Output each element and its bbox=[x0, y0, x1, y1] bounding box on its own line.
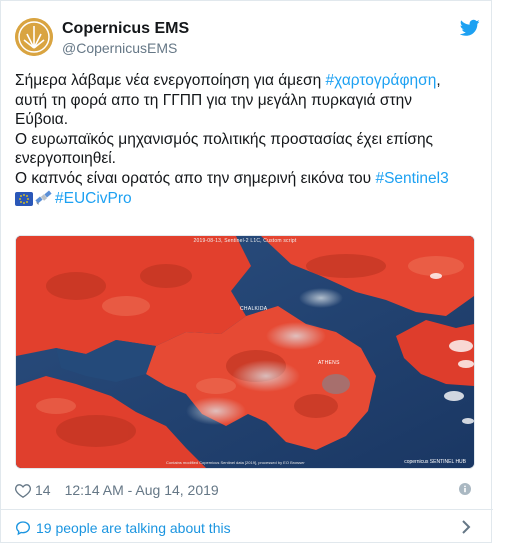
conversation-label[interactable]: 19 people are talking about this bbox=[36, 520, 231, 536]
tweet-header: Copernicus EMS @CopernicusEMS bbox=[15, 15, 480, 61]
like-count[interactable]: 14 bbox=[35, 482, 51, 498]
image-caption: 2019-08-13, Sentinel-2 L1C, Custom scrip… bbox=[193, 238, 297, 244]
display-name[interactable]: Copernicus EMS bbox=[62, 19, 189, 39]
tweet-line: ενεργοποιηθεί. bbox=[15, 150, 116, 168]
chevron-right-icon[interactable] bbox=[461, 520, 471, 534]
twitter-bird-icon[interactable] bbox=[460, 19, 480, 37]
hashtag-link[interactable]: #EUCivPro bbox=[55, 190, 132, 207]
tweet-timestamp[interactable]: 12:14 AM - Aug 14, 2019 bbox=[65, 482, 219, 498]
divider bbox=[1, 509, 493, 510]
map-label-athens: ATHENS bbox=[318, 360, 340, 366]
copernicus-logo-icon bbox=[15, 18, 53, 56]
speech-bubble-icon bbox=[15, 521, 31, 536]
conversation-link[interactable]: 19 people are talking about this bbox=[15, 519, 477, 539]
tweet-line: αυτή τη φορά απο τη ΓΓΠΠ για την μεγάλη … bbox=[15, 91, 412, 109]
satellite-map-graphic bbox=[16, 236, 474, 468]
hashtag-link[interactable]: #χαρτογράφηση bbox=[326, 72, 437, 89]
info-icon[interactable] bbox=[459, 483, 471, 495]
tweet-text: Σήμερα λάβαμε νέα ενεργοποίηση για άμεση… bbox=[15, 71, 477, 208]
tweet-line: Εύβοια. bbox=[15, 111, 69, 129]
tweet-line: Ο καπνός είναι ορατός απο την σημερινή ε… bbox=[15, 169, 477, 189]
tweet-text-segment: Σήμερα λάβαμε νέα ενεργοποίηση για άμεση bbox=[15, 72, 326, 89]
tweet-line: #EUCivPro bbox=[15, 189, 477, 209]
eu-flag-icon bbox=[15, 191, 33, 206]
tweet-card: Copernicus EMS @CopernicusEMS Σήμερα λάβ… bbox=[0, 0, 493, 543]
account-names[interactable]: Copernicus EMS @CopernicusEMS bbox=[62, 19, 189, 57]
satellite-image[interactable]: 2019-08-13, Sentinel-2 L1C, Custom scrip… bbox=[15, 235, 475, 469]
image-credit: Contains modified Copernicus Sentinel da… bbox=[166, 460, 305, 465]
heart-icon[interactable] bbox=[15, 483, 31, 498]
tweet-text-segment: Ο καπνός είναι ορατός απο την σημερινή ε… bbox=[15, 169, 376, 187]
tweet-line: Σήμερα λάβαμε νέα ενεργοποίηση για άμεση… bbox=[15, 71, 477, 91]
avatar[interactable] bbox=[15, 18, 53, 56]
satellite-icon bbox=[35, 190, 52, 205]
tweet-line: Ο ευρωπαϊκός μηχανισμός πολιτικής προστα… bbox=[15, 130, 434, 148]
tweet-text-segment: , bbox=[436, 72, 441, 89]
image-logos: copernicus SENTINEL HUB bbox=[404, 459, 466, 465]
hashtag-link[interactable]: #Sentinel3 bbox=[375, 170, 448, 187]
map-label-chalkida: CHALKIDA bbox=[240, 306, 268, 312]
account-handle[interactable]: @CopernicusEMS bbox=[62, 39, 189, 57]
tweet-meta: 14 12:14 AM - Aug 14, 2019 bbox=[15, 481, 477, 501]
